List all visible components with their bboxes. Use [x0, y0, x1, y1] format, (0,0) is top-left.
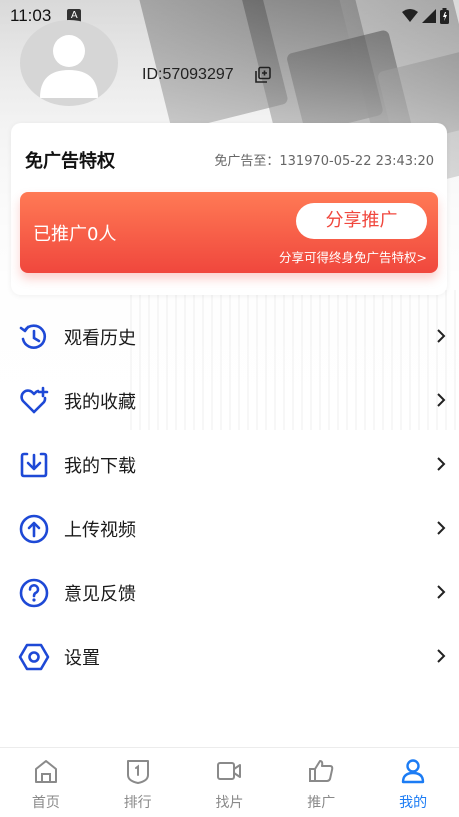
- chevron-right-icon: [437, 649, 446, 663]
- menu-label: 设置: [64, 648, 100, 669]
- promo-count: 已推广0人: [33, 224, 117, 245]
- chevron-right-icon: [437, 329, 446, 343]
- menu-item-history[interactable]: 观看历史: [0, 305, 459, 369]
- thumbs-up-icon: [309, 760, 334, 782]
- settings-icon: [18, 643, 50, 671]
- promo-subtitle-link[interactable]: 分享可得终身免广告特权>: [279, 247, 427, 266]
- menu-item-feedback[interactable]: 意见反馈: [0, 561, 459, 625]
- nav-item-mine[interactable]: 我的: [367, 748, 459, 817]
- status-time: 11:03: [10, 6, 52, 25]
- copy-icon[interactable]: [254, 66, 272, 84]
- nav-label: 排行: [123, 795, 152, 811]
- history-icon: [19, 324, 47, 349]
- chevron-right-icon: [437, 457, 446, 471]
- avatar[interactable]: [20, 20, 118, 106]
- person-icon: [401, 759, 425, 784]
- chevron-right-icon: [437, 585, 446, 599]
- nav-item-home[interactable]: 首页: [0, 748, 92, 817]
- menu-label: 观看历史: [64, 328, 136, 349]
- ranking-icon: [126, 760, 149, 784]
- menu-label: 我的下载: [64, 456, 136, 477]
- chevron-right-icon: [437, 521, 446, 535]
- home-icon: [34, 760, 57, 783]
- menu-label: 上传视频: [64, 520, 136, 541]
- nav-item-find-videos[interactable]: 找片: [184, 748, 276, 817]
- menu-label: 我的收藏: [64, 392, 136, 413]
- menu-item-settings[interactable]: 设置: [0, 625, 459, 689]
- battery-icon: [440, 8, 449, 24]
- vip-card: 免广告特权 免广告至：131970-05-22 23:43:20 已推广0人 分…: [11, 123, 447, 295]
- upload-icon: [19, 514, 49, 544]
- question-icon: [19, 578, 49, 608]
- vip-title: 免广告特权: [25, 151, 115, 172]
- nav-item-ranking[interactable]: 排行: [92, 748, 184, 817]
- bottom-nav: 首页 排行 找片 推广 我的: [0, 747, 459, 817]
- menu-label: 意见反馈: [64, 584, 136, 605]
- nav-label: 推广: [307, 795, 336, 811]
- promo-banner[interactable]: 已推广0人 分享推广 分享可得终身免广告特权>: [20, 192, 438, 273]
- user-avatar-icon: [40, 35, 98, 98]
- heart-plus-icon: [20, 386, 49, 414]
- nav-label: 找片: [215, 795, 244, 811]
- share-promote-button[interactable]: 分享推广: [296, 203, 427, 239]
- menu-item-downloads[interactable]: 我的下载: [0, 433, 459, 497]
- wifi-icon: [402, 9, 418, 22]
- signal-icon: [422, 9, 436, 23]
- user-id: ID:57093297: [142, 66, 234, 83]
- nav-item-promote[interactable]: 推广: [275, 748, 367, 817]
- menu-item-upload[interactable]: 上传视频: [0, 497, 459, 561]
- video-camera-icon: [217, 762, 242, 780]
- menu-list: 观看历史 我的收藏 我的下载 上传视频 意见反馈 设置: [0, 305, 459, 689]
- vip-expire-date: 免广告至：131970-05-22 23:43:20: [214, 154, 434, 169]
- status-indicators: [402, 8, 449, 24]
- chevron-right-icon: [437, 393, 446, 407]
- nav-label: 首页: [31, 795, 60, 811]
- nav-label: 我的: [399, 795, 428, 811]
- download-icon: [20, 452, 48, 478]
- menu-item-favorites[interactable]: 我的收藏: [0, 369, 459, 433]
